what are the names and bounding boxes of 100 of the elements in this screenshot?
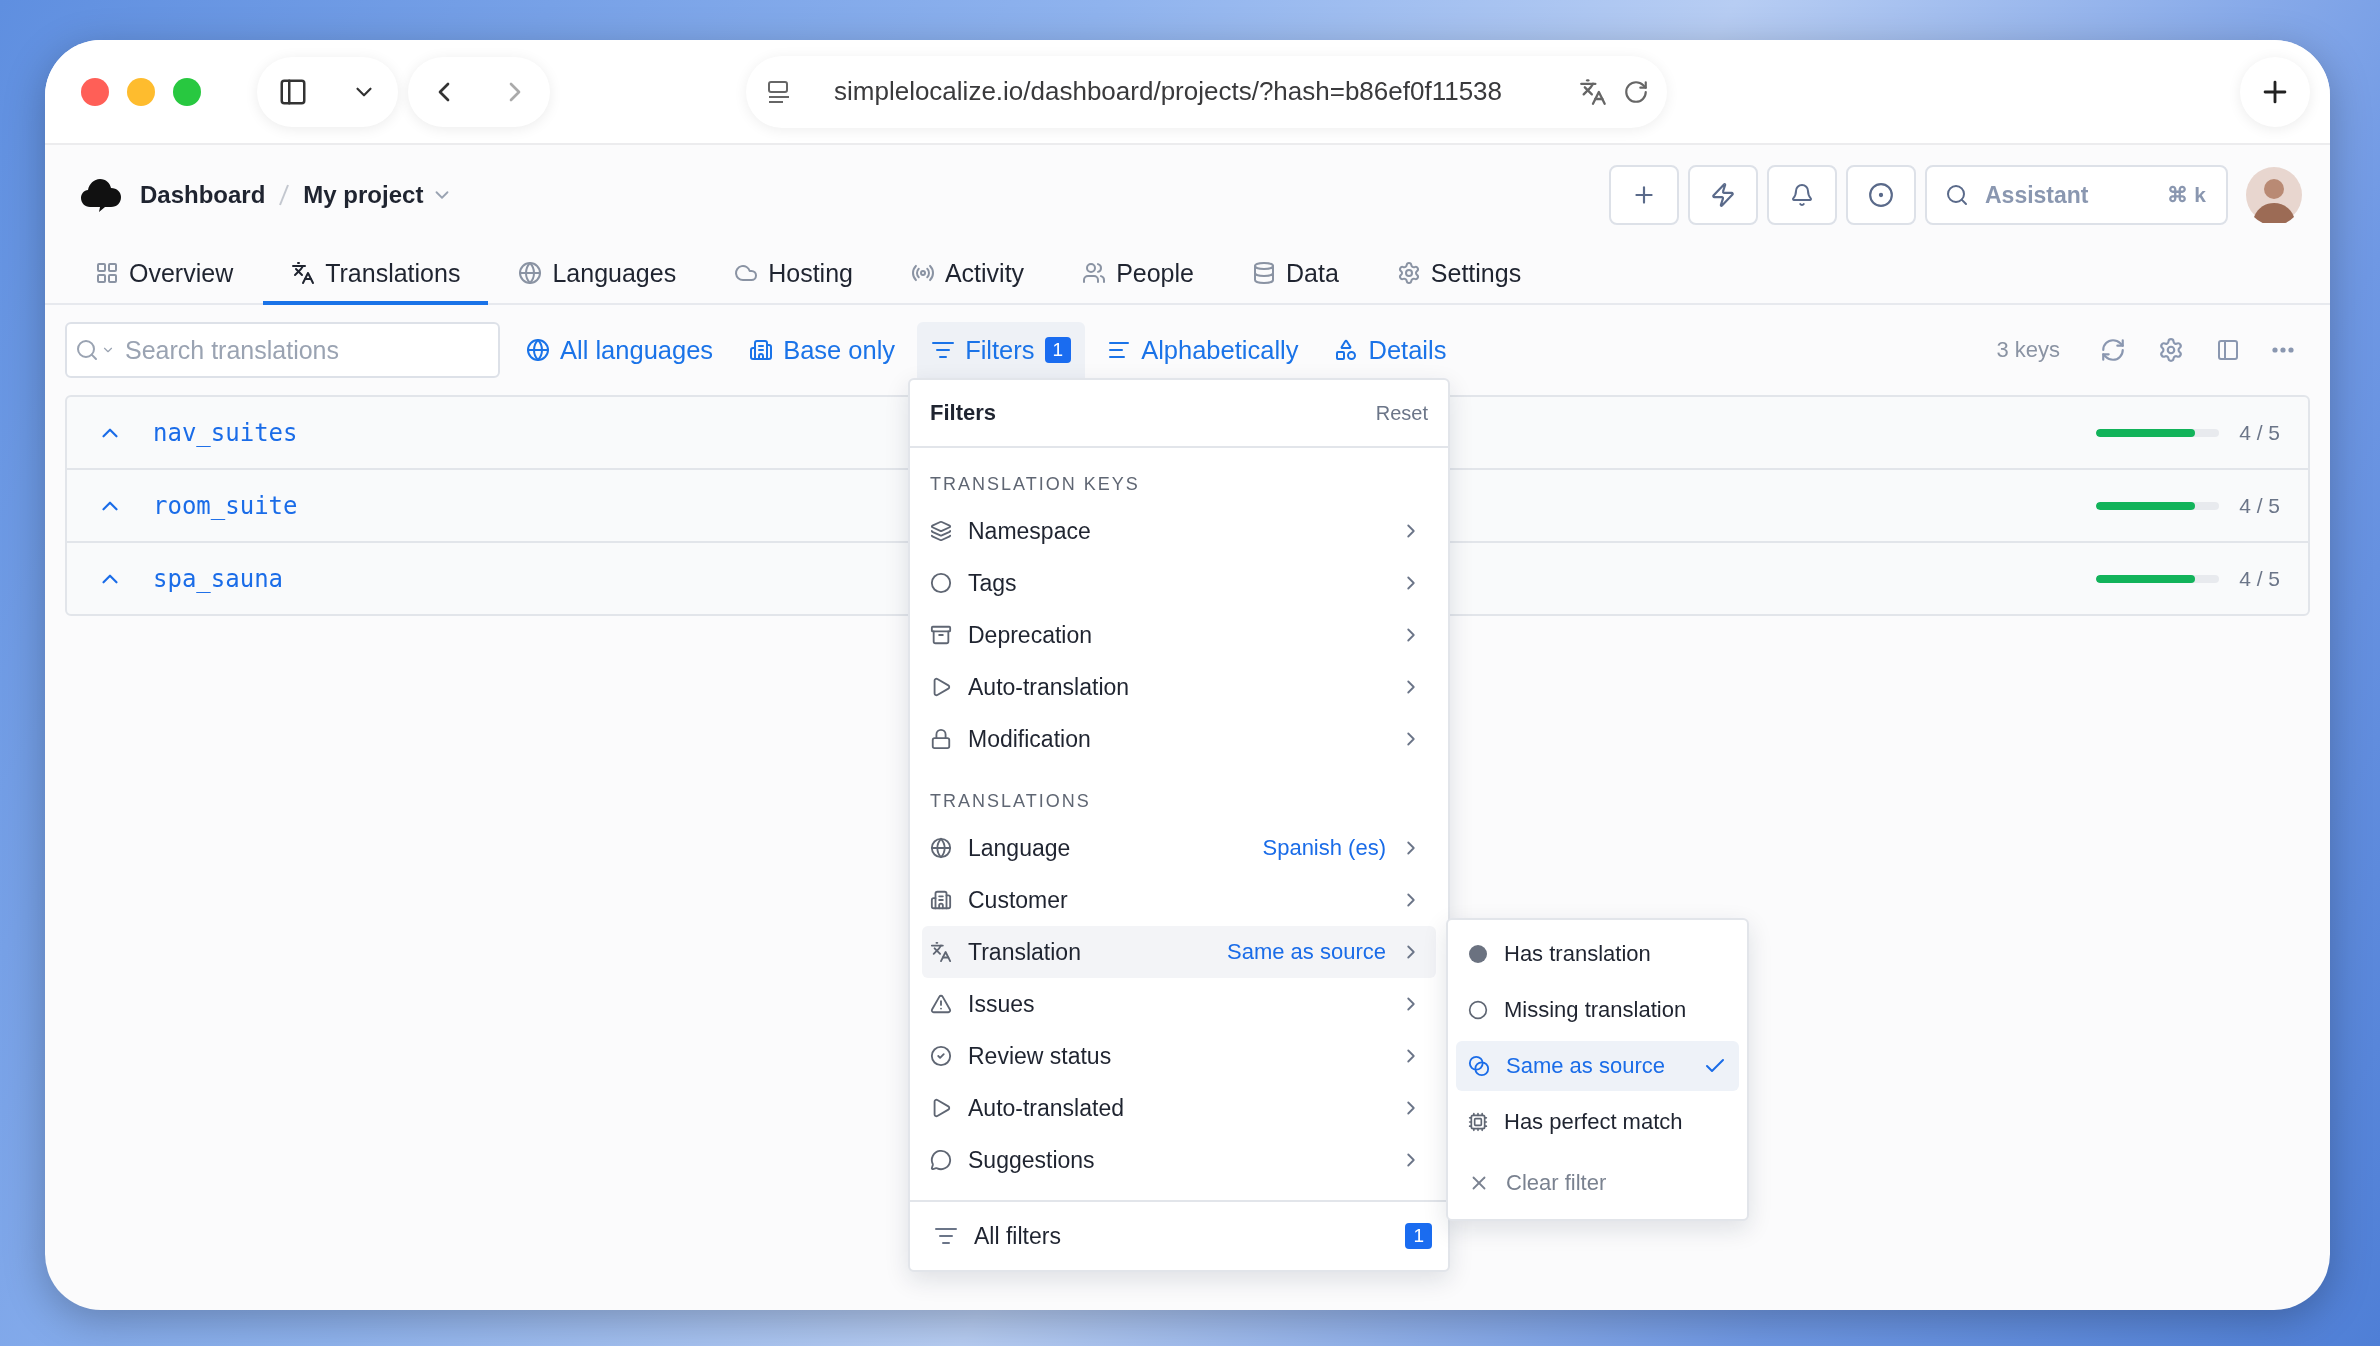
item-label: All filters <box>974 1222 1061 1250</box>
toolbar-button[interactable]: Filters 1 <box>917 322 1086 378</box>
grid-icon <box>95 261 119 285</box>
users-icon <box>1082 261 1107 285</box>
refresh-button[interactable] <box>2100 337 2126 363</box>
item-label: Language <box>968 834 1071 862</box>
toolbar-button[interactable]: Details <box>1320 322 1461 378</box>
toolbar-button[interactable]: Base only <box>735 322 910 378</box>
filter-menu-item[interactable]: Auto-translation <box>922 661 1436 713</box>
more-icon <box>2272 347 2294 353</box>
submenu-item[interactable]: Has perfect match <box>1456 1097 1739 1147</box>
warning-icon <box>930 993 952 1015</box>
filter-menu-item[interactable]: Language Spanish (es) <box>922 822 1436 874</box>
filter-menu-item[interactable]: Review status <box>922 1030 1436 1082</box>
bell-icon <box>1790 183 1814 207</box>
filter-menu-item[interactable]: Modification <box>922 713 1436 765</box>
globe-icon <box>518 261 543 285</box>
breadcrumb-link[interactable]: My project <box>303 181 424 209</box>
breadcrumb-separator <box>279 183 290 207</box>
archive-icon <box>930 624 952 646</box>
avatar[interactable] <box>2246 167 2302 223</box>
globe-icon <box>526 338 550 362</box>
notifications-button[interactable] <box>1767 165 1837 225</box>
record-icon <box>1868 182 1894 208</box>
item-label: Review status <box>968 1042 1112 1070</box>
translation-key[interactable]: nav_suites <box>153 418 298 447</box>
check-circle-icon <box>930 1045 952 1067</box>
toolbar-button[interactable]: Alphabetically <box>1093 322 1313 378</box>
filter-menu-item[interactable]: Tags <box>922 557 1436 609</box>
menu-title: Filters <box>930 400 997 426</box>
submenu-item[interactable]: Same as source <box>1456 1041 1739 1091</box>
nav-tab[interactable]: Languages <box>490 245 705 305</box>
layers-icon <box>930 520 952 542</box>
toolbar-button[interactable]: All languages <box>512 322 728 378</box>
item-label: Suggestions <box>968 1146 1095 1174</box>
database-icon <box>1252 261 1276 285</box>
chip-icon <box>1468 1112 1488 1132</box>
zoom-window-button[interactable] <box>173 77 201 106</box>
lock-icon <box>930 728 952 750</box>
submenu-item[interactable]: Missing translation <box>1456 985 1739 1035</box>
submenu-item[interactable]: Has translation <box>1456 929 1739 979</box>
filter-menu-item[interactable]: Deprecation <box>922 609 1436 661</box>
filter-menu-item[interactable]: Auto-translated <box>922 1082 1436 1134</box>
settings-button[interactable] <box>2158 337 2184 363</box>
address-bar[interactable]: simplelocalize.io/dashboard/projects/?hash=b86ef0f11538 <box>746 55 1667 128</box>
progress-reading: 4 / 5 <box>2239 493 2280 518</box>
overlap-icon <box>1468 1055 1490 1077</box>
shortcut-hint: ⌘ k <box>2167 183 2206 207</box>
all-filters-item[interactable]: All filters 1 <box>910 1200 1448 1270</box>
filter-menu-item[interactable]: Suggestions <box>922 1134 1436 1186</box>
item-label: Namespace <box>968 517 1091 545</box>
translation-key[interactable]: spa_sauna <box>153 564 284 593</box>
nav-tab[interactable]: Activity <box>882 245 1053 305</box>
shapes-icon <box>1334 338 1359 362</box>
item-label: Auto-translation <box>968 673 1130 701</box>
section-heading: TRANSLATION KEYS <box>929 473 1141 496</box>
filter-menu-item[interactable]: Namespace <box>922 505 1436 557</box>
nav-tab[interactable]: Hosting <box>706 245 881 305</box>
globe-icon <box>930 837 952 859</box>
count-badge: 1 <box>1405 1223 1432 1249</box>
chat-icon <box>930 1149 952 1171</box>
lightning-button[interactable] <box>1688 165 1758 225</box>
progress-reading: 4 / 5 <box>2239 566 2280 591</box>
close-window-button[interactable] <box>81 77 109 106</box>
filter-menu-item[interactable]: Issues <box>922 978 1436 1030</box>
translation-key[interactable]: room_suite <box>153 491 298 520</box>
translate-icon[interactable] <box>1579 77 1607 106</box>
more-button[interactable] <box>2272 347 2294 353</box>
item-label: Auto-translated <box>968 1094 1124 1122</box>
filter-menu-item[interactable]: Translation Same as source <box>922 926 1436 978</box>
item-label: Deprecation <box>968 621 1093 649</box>
item-label: Has perfect match <box>1504 1109 1683 1135</box>
count-badge: 1 <box>1044 337 1072 363</box>
nav-tab[interactable]: Settings <box>1368 245 1550 305</box>
nav-tab[interactable]: Data <box>1224 245 1367 305</box>
item-label: Has translation <box>1504 941 1651 967</box>
item-label: Issues <box>968 990 1035 1018</box>
translate-icon <box>291 261 316 285</box>
reload-icon[interactable] <box>1623 78 1649 105</box>
item-value: Same as source <box>1227 939 1386 965</box>
item-label: Same as source <box>1506 1053 1665 1079</box>
filter-menu-item[interactable]: Customer <box>922 874 1436 926</box>
nav-tab[interactable]: Translations <box>263 245 489 305</box>
record-button[interactable] <box>1846 165 1916 225</box>
item-label: Customer <box>968 886 1068 914</box>
search-icon <box>75 338 99 362</box>
nav-tab[interactable]: People <box>1054 245 1222 305</box>
item-label: Missing translation <box>1504 997 1687 1023</box>
breadcrumb-link[interactable]: Dashboard <box>140 181 266 209</box>
clear-filter-button[interactable]: Clear filter <box>1456 1155 1619 1211</box>
filled-circle-icon <box>1468 944 1488 964</box>
search-field[interactable]: Search translations <box>65 322 500 378</box>
panel-button[interactable] <box>2216 338 2240 362</box>
progress-reading: 4 / 5 <box>2239 420 2280 445</box>
nav-tab[interactable]: Overview <box>67 245 262 305</box>
reset-button[interactable]: Reset <box>1375 401 1428 425</box>
refresh-icon <box>2100 337 2126 363</box>
building-icon <box>749 338 774 362</box>
translate-icon <box>930 941 952 963</box>
item-label: Modification <box>968 725 1091 753</box>
